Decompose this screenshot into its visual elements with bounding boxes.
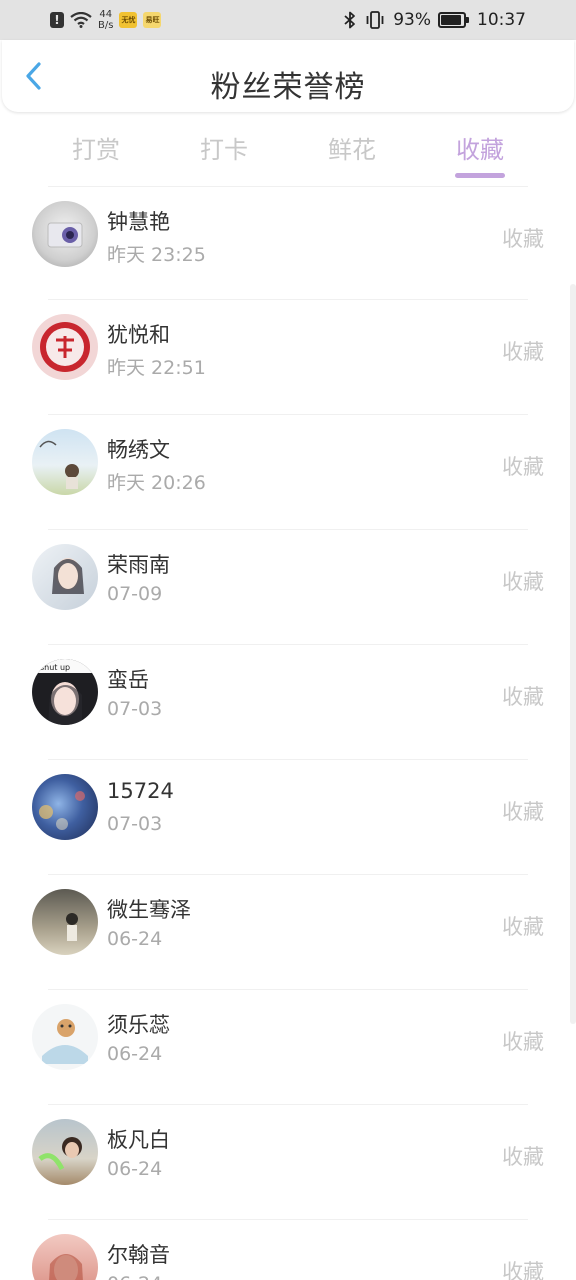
divider: [48, 529, 528, 530]
tab-bar: 打赏 打卡 鲜花 收藏: [0, 118, 576, 182]
status-left: ! 44 B/s 无忧 易旺: [50, 8, 162, 32]
fan-time: 昨天 22:51: [107, 357, 206, 379]
network-speed-value: 44: [99, 9, 113, 20]
fan-action: 收藏: [502, 685, 544, 709]
fan-name: 15724: [107, 779, 174, 803]
avatar[interactable]: [32, 1119, 98, 1185]
avatar[interactable]: [32, 544, 98, 610]
divider: [48, 874, 528, 875]
fan-action: 收藏: [502, 570, 544, 594]
fan-action: 收藏: [502, 915, 544, 939]
divider: [48, 299, 528, 300]
fan-time: 昨天 23:25: [107, 244, 206, 266]
status-right: 93% 10:37: [343, 8, 526, 32]
fan-time: 06-24: [107, 1158, 163, 1180]
fan-action: 收藏: [502, 227, 544, 251]
tab-active-indicator: [455, 173, 505, 178]
avatar[interactable]: [32, 774, 98, 840]
divider: [48, 414, 528, 415]
list-item[interactable]: 微生骞泽 06-24 收藏: [0, 874, 576, 989]
divider: [48, 644, 528, 645]
avatar[interactable]: [32, 1004, 98, 1070]
list-item[interactable]: 板凡白 06-24 收藏: [0, 1104, 576, 1219]
fan-name: 板凡白: [107, 1128, 170, 1152]
list-item[interactable]: 畅绣文 昨天 20:26 收藏: [0, 414, 576, 529]
list-item[interactable]: 须乐蕊 06-24 收藏: [0, 989, 576, 1104]
clock: 10:37: [477, 10, 526, 30]
battery-percent: 93%: [393, 10, 431, 30]
fan-name: 蛮岳: [107, 668, 149, 692]
fan-action: 收藏: [502, 1030, 544, 1054]
alert-icon: !: [50, 12, 64, 28]
fan-action: 收藏: [502, 800, 544, 824]
tab-reward[interactable]: 打赏: [46, 130, 146, 180]
avatar[interactable]: [32, 201, 98, 267]
page-title: 粉丝荣誉榜: [210, 70, 366, 105]
fan-name: 荣雨南: [107, 553, 170, 577]
svg-text:shut up: shut up: [40, 663, 70, 672]
tab-label: 收藏: [456, 136, 504, 164]
network-speed: 44 B/s: [98, 9, 113, 31]
battery-icon: [438, 12, 470, 28]
avatar[interactable]: shut up: [32, 659, 98, 725]
divider: [48, 759, 528, 760]
tab-label: 鲜花: [328, 136, 376, 164]
list-item[interactable]: 15724 07-03 收藏: [0, 759, 576, 874]
divider: [48, 989, 528, 990]
app-notification-icon: 易旺: [143, 12, 162, 28]
list-item[interactable]: 尔翰音 06-24 收藏: [0, 1219, 576, 1280]
fan-name: 犹悦和: [107, 323, 170, 347]
list-item[interactable]: shut up 蛮岳 07-03 收藏: [0, 644, 576, 759]
tab-flowers[interactable]: 鲜花: [302, 130, 402, 180]
avatar[interactable]: [32, 1234, 98, 1280]
fan-name: 须乐蕊: [107, 1013, 170, 1037]
avatar[interactable]: [32, 429, 98, 495]
list-item[interactable]: 钟慧艳 昨天 23:25 收藏: [0, 186, 576, 301]
bluetooth-icon: [344, 11, 356, 29]
fan-name: 尔翰音: [107, 1243, 170, 1267]
fan-action: 收藏: [502, 1260, 544, 1280]
list-item[interactable]: 犹悦和 昨天 22:51 收藏: [0, 299, 576, 414]
tab-label: 打赏: [72, 136, 120, 164]
scrollbar[interactable]: [570, 284, 576, 1024]
app-notification-icon: 无忧: [119, 12, 138, 28]
fan-time: 07-03: [107, 698, 163, 720]
fan-action: 收藏: [502, 1145, 544, 1169]
avatar[interactable]: [32, 889, 98, 955]
fan-time: 06-24: [107, 1273, 162, 1280]
avatar[interactable]: [32, 314, 98, 380]
fan-time: 昨天 20:26: [107, 472, 206, 494]
app-header: 粉丝荣誉榜: [2, 40, 574, 112]
fan-name: 钟慧艳: [107, 210, 170, 234]
fan-action: 收藏: [502, 340, 544, 364]
fan-time: 06-24: [107, 1043, 163, 1065]
wifi-icon: [70, 12, 92, 28]
fan-name: 畅绣文: [107, 438, 170, 462]
fan-name: 微生骞泽: [107, 898, 191, 922]
fan-time: 07-03: [107, 813, 163, 835]
divider: [48, 1219, 528, 1220]
fan-action: 收藏: [502, 455, 544, 479]
network-speed-unit: B/s: [98, 20, 114, 31]
divider: [48, 1104, 528, 1105]
list-item[interactable]: 荣雨南 07-09 收藏: [0, 529, 576, 644]
tab-checkin[interactable]: 打卡: [174, 130, 274, 180]
status-bar: ! 44 B/s 无忧 易旺 93% 10:37: [0, 0, 576, 40]
vibrate-icon: [366, 11, 384, 29]
divider: [48, 186, 528, 187]
fan-time: 06-24: [107, 928, 163, 950]
tab-label: 打卡: [200, 136, 248, 164]
tab-favorites[interactable]: 收藏: [430, 130, 530, 180]
fan-time: 07-09: [107, 583, 163, 605]
